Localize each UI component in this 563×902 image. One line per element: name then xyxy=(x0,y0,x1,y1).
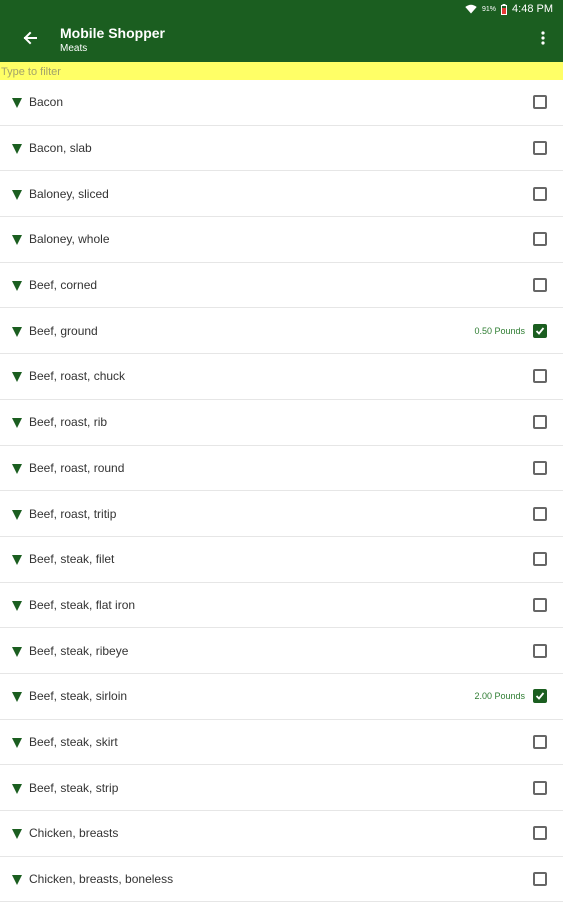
item-quantity: 2.00 Pounds xyxy=(474,691,525,702)
triangle-down-icon[interactable] xyxy=(11,782,23,794)
triangle-down-icon[interactable] xyxy=(11,279,23,292)
list-item[interactable]: Beef, corned xyxy=(0,263,563,309)
filter-input[interactable] xyxy=(0,63,563,81)
item-checkbox[interactable] xyxy=(533,780,547,795)
item-name: Beef, roast, tritip xyxy=(29,506,117,521)
item-checkbox[interactable] xyxy=(533,643,547,658)
triangle-down-icon[interactable] xyxy=(11,645,23,657)
item-name: Beef, roast, rib xyxy=(29,415,108,430)
more-vert-icon xyxy=(541,30,545,50)
list-item[interactable]: Beef, steak, flat iron xyxy=(0,583,563,629)
item-name: Beef, ground xyxy=(29,323,98,338)
item-checkbox[interactable] xyxy=(533,415,547,430)
list-item[interactable]: Baloney, whole xyxy=(0,217,563,263)
triangle-down-icon[interactable] xyxy=(11,827,23,840)
item-name: Baloney, whole xyxy=(29,232,110,247)
item-name: Bacon xyxy=(29,95,64,110)
item-checkbox[interactable] xyxy=(533,872,547,887)
list-item[interactable]: Beef, roast, tritip xyxy=(0,491,563,537)
item-checkbox[interactable] xyxy=(533,186,547,201)
item-list: Bacon Bacon, slab Baloney, sliced Baloney, … xyxy=(0,80,563,902)
item-name: Beef, steak, flat iron xyxy=(29,597,136,612)
triangle-down-icon[interactable] xyxy=(11,873,23,886)
item-checkbox[interactable] xyxy=(533,232,547,247)
triangle-down-icon[interactable] xyxy=(11,416,23,429)
item-name: Chicken, breasts, boneless xyxy=(29,872,174,887)
status-bar: 91% 4:48 PM xyxy=(0,0,563,18)
back-button[interactable] xyxy=(16,27,44,53)
overflow-menu-button[interactable] xyxy=(533,29,553,51)
item-checkbox[interactable] xyxy=(533,95,547,110)
status-time: 4:48 PM xyxy=(512,3,553,15)
list-item[interactable]: Beef, steak, skirt xyxy=(0,720,563,766)
app-bar: Mobile Shopper Meats xyxy=(0,18,563,62)
item-name: Beef, steak, skirt xyxy=(29,734,118,749)
item-checkbox[interactable] xyxy=(533,369,547,384)
triangle-down-icon[interactable] xyxy=(11,736,23,748)
list-item[interactable]: Bacon, slab xyxy=(0,126,563,172)
item-name: Beef, steak, sirloin xyxy=(29,689,128,704)
triangle-down-icon[interactable] xyxy=(11,553,23,566)
item-checkbox[interactable] xyxy=(533,552,547,567)
item-name: Beef, corned xyxy=(29,278,98,293)
list-item[interactable]: Beef, roast, rib xyxy=(0,400,563,446)
triangle-down-icon[interactable] xyxy=(11,462,23,474)
item-name: Beef, roast, chuck xyxy=(29,369,126,384)
item-checkbox[interactable] xyxy=(533,323,547,338)
triangle-down-icon[interactable] xyxy=(11,508,23,520)
item-name: Beef, steak, strip xyxy=(29,780,119,795)
item-checkbox[interactable] xyxy=(533,506,547,521)
list-item[interactable]: Beef, steak, filet xyxy=(0,537,563,583)
battery-icon xyxy=(501,3,508,15)
category-subtitle: Meats xyxy=(60,43,88,54)
app-title: Mobile Shopper xyxy=(60,25,165,41)
list-item[interactable]: Beef, roast, chuck xyxy=(0,354,563,400)
list-item[interactable]: Beef, steak, strip xyxy=(0,765,563,811)
item-name: Beef, steak, ribeye xyxy=(29,643,129,658)
item-checkbox[interactable] xyxy=(533,689,547,704)
list-item[interactable]: Beef, roast, round xyxy=(0,446,563,492)
item-checkbox[interactable] xyxy=(533,734,547,749)
item-name: Beef, roast, round xyxy=(29,460,125,475)
triangle-down-icon[interactable] xyxy=(11,188,23,200)
battery-percent: 91% xyxy=(482,5,497,13)
item-quantity: 0.50 Pounds xyxy=(474,325,525,336)
item-checkbox[interactable] xyxy=(533,826,547,841)
triangle-down-icon[interactable] xyxy=(11,142,23,155)
filter-bar xyxy=(0,62,563,81)
item-name: Bacon, slab xyxy=(29,141,92,156)
triangle-down-icon[interactable] xyxy=(11,370,23,383)
list-item[interactable]: Bacon xyxy=(0,80,563,126)
triangle-down-icon[interactable] xyxy=(11,96,23,109)
list-item[interactable]: Beef, steak, sirloin 2.00 Pounds xyxy=(0,674,563,720)
item-checkbox[interactable] xyxy=(533,278,547,293)
triangle-down-icon[interactable] xyxy=(11,599,23,611)
item-checkbox[interactable] xyxy=(533,460,547,475)
check-icon xyxy=(535,692,545,701)
triangle-down-icon[interactable] xyxy=(11,233,23,246)
check-icon xyxy=(535,327,545,335)
item-checkbox[interactable] xyxy=(533,597,547,612)
item-name: Chicken, breasts xyxy=(29,826,119,841)
item-name: Beef, steak, filet xyxy=(29,552,115,567)
item-checkbox[interactable] xyxy=(533,141,547,156)
list-item[interactable]: Chicken, breasts xyxy=(0,811,563,857)
item-name: Baloney, sliced xyxy=(29,186,109,201)
list-item[interactable]: Beef, ground 0.50 Pounds xyxy=(0,308,563,355)
list-item[interactable]: Chicken, breasts, boneless xyxy=(0,857,563,902)
list-item[interactable]: Baloney, sliced xyxy=(0,171,563,218)
triangle-down-icon[interactable] xyxy=(11,690,23,703)
triangle-down-icon[interactable] xyxy=(11,325,23,337)
arrow-left-icon xyxy=(23,31,37,50)
wifi-icon xyxy=(465,4,477,14)
list-item[interactable]: Beef, steak, ribeye xyxy=(0,628,563,674)
